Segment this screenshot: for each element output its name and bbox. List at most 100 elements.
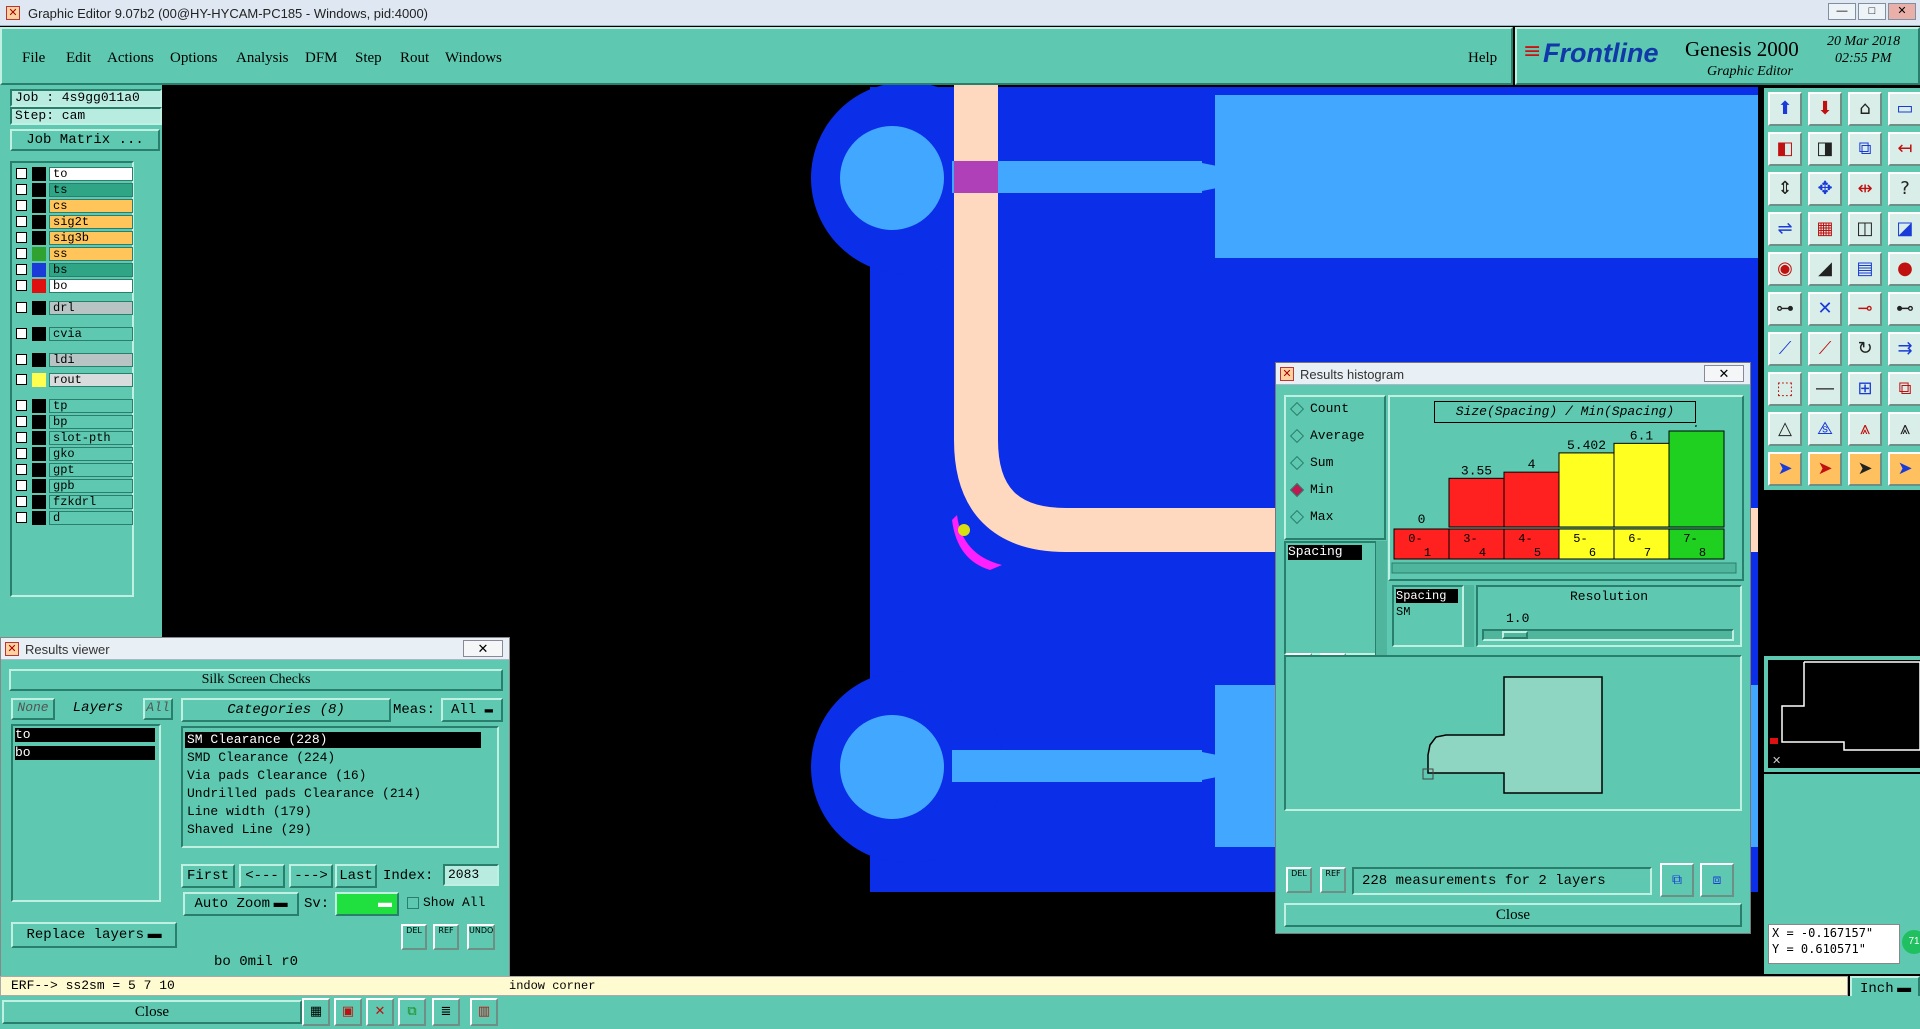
layer-name[interactable]: ldi bbox=[49, 353, 133, 367]
tool-zoom-11-icon[interactable]: ⇹ bbox=[1848, 172, 1882, 206]
layer-color-swatch[interactable] bbox=[32, 479, 46, 493]
layer-checkbox[interactable] bbox=[16, 512, 27, 523]
tool-link-icon[interactable]: ⊸ bbox=[1848, 292, 1882, 326]
tool-clone-icon[interactable]: ⧉ bbox=[1888, 372, 1920, 406]
layer-checkbox[interactable] bbox=[16, 302, 27, 313]
histogram-close-button[interactable]: Close bbox=[1284, 903, 1742, 927]
tool-tri3-icon[interactable]: ⩓ bbox=[1848, 412, 1882, 446]
layer-color-swatch[interactable] bbox=[32, 279, 46, 293]
tool-grid-icon[interactable]: ▦ bbox=[1808, 212, 1842, 246]
layer-checkbox[interactable] bbox=[16, 400, 27, 411]
tool-snap-icon[interactable]: ◫ bbox=[1848, 212, 1882, 246]
tool-dot-icon[interactable]: ● bbox=[1888, 252, 1920, 286]
resolution-slider-thumb[interactable] bbox=[1502, 631, 1528, 639]
undo-button[interactable]: UNDO bbox=[467, 924, 495, 950]
histogram-chart[interactable]: 00-13.553-444-55.4025-66.16-777-8 bbox=[1390, 425, 1742, 579]
layer-name[interactable]: sig2t bbox=[49, 215, 133, 229]
resolution-slider[interactable] bbox=[1482, 629, 1734, 641]
tool-tri4-icon[interactable]: ⩓ bbox=[1888, 412, 1920, 446]
layer-checkbox[interactable] bbox=[16, 184, 27, 195]
minimize-button[interactable]: — bbox=[1828, 3, 1856, 20]
layer-name[interactable]: to bbox=[49, 167, 133, 181]
tool-select4-icon[interactable]: ➤ bbox=[1888, 452, 1920, 486]
measure-item[interactable]: Spacing bbox=[1288, 545, 1362, 560]
category-item[interactable]: SMD Clearance (224) bbox=[185, 750, 481, 766]
layer-name[interactable]: gpt bbox=[49, 463, 133, 477]
layer-color-swatch[interactable] bbox=[32, 263, 46, 277]
radio-diamond-icon[interactable] bbox=[1289, 401, 1305, 417]
category-item[interactable]: Via pads Clearance (16) bbox=[185, 768, 481, 784]
tool-zoom-v-icon[interactable]: ⇕ bbox=[1768, 172, 1802, 206]
first-button[interactable]: First bbox=[181, 864, 235, 888]
tool-line-icon[interactable]: ⟋ bbox=[1768, 332, 1802, 366]
tool-shift-icon[interactable]: ⇉ bbox=[1888, 332, 1920, 366]
menu-edit[interactable]: Edit bbox=[66, 50, 91, 67]
result-layer-item[interactable]: to bbox=[15, 728, 155, 742]
menu-options[interactable]: Options bbox=[170, 50, 218, 67]
zoom-badge[interactable]: 71 bbox=[1902, 930, 1920, 954]
layer-checkbox[interactable] bbox=[16, 374, 27, 385]
tool-chain-icon[interactable]: ⊷ bbox=[1888, 292, 1920, 326]
layer-name[interactable]: ss bbox=[49, 247, 133, 261]
tool-pad-icon[interactable]: ◉ bbox=[1768, 252, 1802, 286]
radio-diamond-icon[interactable] bbox=[1289, 482, 1305, 498]
menu-step[interactable]: Step bbox=[355, 50, 382, 67]
layer-name[interactable]: bs bbox=[49, 263, 133, 277]
tool-up-icon[interactable]: ⬆ bbox=[1768, 92, 1802, 126]
result-layer-item[interactable]: bo bbox=[15, 746, 155, 760]
layer-checkbox[interactable] bbox=[16, 200, 27, 211]
layer-color-swatch[interactable] bbox=[32, 431, 46, 445]
ref-button[interactable]: REF bbox=[433, 924, 459, 950]
tool-hline-icon[interactable]: ― bbox=[1808, 372, 1842, 406]
histogram-icon[interactable]: ▥ bbox=[470, 998, 498, 1026]
tool-grid2-icon[interactable]: ⊞ bbox=[1848, 372, 1882, 406]
layer-color-swatch[interactable] bbox=[32, 495, 46, 509]
tool-tri2-icon[interactable]: ⧌ bbox=[1808, 412, 1842, 446]
tool-node-icon[interactable]: ⊶ bbox=[1768, 292, 1802, 326]
filter-item[interactable]: Spacing bbox=[1396, 589, 1458, 603]
zoom-fit-icon[interactable]: ⧈ bbox=[1700, 863, 1734, 897]
tool-net-icon[interactable]: ⇌ bbox=[1768, 212, 1802, 246]
menu-actions[interactable]: Actions bbox=[107, 50, 154, 67]
layer-checkbox[interactable] bbox=[16, 232, 27, 243]
auto-zoom-dropdown[interactable]: Auto Zoom ▬ bbox=[183, 892, 299, 916]
tool-pan-icon[interactable]: ✥ bbox=[1808, 172, 1842, 206]
layer-checkbox[interactable] bbox=[16, 168, 27, 179]
layer-name[interactable]: drl bbox=[49, 301, 133, 315]
clear-icon[interactable]: ✕ bbox=[366, 998, 394, 1026]
layer-checkbox[interactable] bbox=[16, 416, 27, 427]
radio-diamond-icon[interactable] bbox=[1289, 455, 1305, 471]
layer-name[interactable]: sig3b bbox=[49, 231, 133, 245]
tool-frame-icon[interactable]: ▭ bbox=[1888, 92, 1920, 126]
layer-name[interactable]: cs bbox=[49, 199, 133, 213]
snap-icon[interactable]: ▣ bbox=[334, 998, 362, 1026]
tool-left-icon[interactable]: ◧ bbox=[1768, 132, 1802, 166]
results-viewer-close-button[interactable]: Close bbox=[2, 1000, 302, 1024]
layer-color-swatch[interactable] bbox=[32, 167, 46, 181]
tool-copy-icon[interactable]: ⧉ bbox=[1848, 132, 1882, 166]
layer-name[interactable]: ts bbox=[49, 183, 133, 197]
tool-split-icon[interactable]: ◪ bbox=[1888, 212, 1920, 246]
layer-checkbox[interactable] bbox=[16, 496, 27, 507]
histogram-bar[interactable] bbox=[1448, 477, 1505, 528]
layer-color-swatch[interactable] bbox=[32, 463, 46, 477]
close-window-button[interactable]: ✕ bbox=[1888, 3, 1916, 20]
last-button[interactable]: Last bbox=[335, 864, 377, 888]
replace-layers-button[interactable]: Replace layers ▬ bbox=[11, 922, 177, 948]
layer-checkbox[interactable] bbox=[16, 432, 27, 443]
layer-checkbox[interactable] bbox=[16, 448, 27, 459]
layer-color-swatch[interactable] bbox=[32, 301, 46, 315]
preview-ref-button[interactable]: REF bbox=[1320, 867, 1346, 893]
layer-checkbox[interactable] bbox=[16, 464, 27, 475]
show-all-checkbox[interactable] bbox=[407, 897, 419, 909]
layer-checkbox[interactable] bbox=[16, 354, 27, 365]
radio-diamond-icon[interactable] bbox=[1289, 509, 1305, 525]
category-item[interactable]: Shaved Line (29) bbox=[185, 822, 481, 838]
layer-name[interactable]: cvia bbox=[49, 327, 133, 341]
preview-del-button[interactable]: DEL bbox=[1286, 867, 1312, 893]
layer-color-swatch[interactable] bbox=[32, 247, 46, 261]
results-viewer-close-icon[interactable]: ✕ bbox=[463, 640, 503, 657]
tool-help-icon[interactable]: ? bbox=[1888, 172, 1920, 206]
menu-help[interactable]: Help bbox=[1468, 50, 1497, 67]
layer-name[interactable]: bp bbox=[49, 415, 133, 429]
